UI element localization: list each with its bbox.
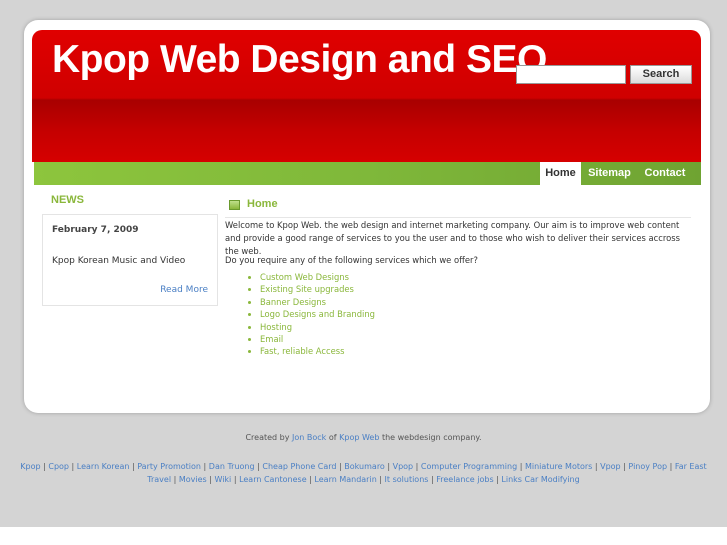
nav-contact[interactable]: Contact (638, 162, 692, 185)
content-heading: Home (247, 198, 278, 210)
nav-home[interactable]: Home (540, 162, 581, 185)
footer-link[interactable]: Wiki (214, 475, 231, 484)
bullet-icon (248, 276, 251, 279)
footer-separator: | (231, 474, 240, 484)
footer-separator: | (592, 462, 601, 471)
footer-link[interactable]: Vpop (600, 462, 621, 471)
site-header: Kpop Web Design and SEO (32, 30, 701, 162)
service-item[interactable]: Hosting (248, 321, 375, 333)
service-item[interactable]: Existing Site upgrades (248, 283, 375, 295)
news-date: February 7, 2009 (52, 225, 139, 235)
footer-link[interactable]: Cpop (48, 462, 69, 471)
service-label[interactable]: Custom Web Designs (260, 272, 349, 282)
news-text: Kpop Korean Music and Video (52, 256, 186, 266)
footer-link[interactable]: Miniature Motors (525, 462, 592, 471)
footer-link[interactable]: It solutions (385, 475, 429, 484)
footer-link[interactable]: Cheap Phone Card (262, 462, 336, 471)
footer-link[interactable]: Freelance jobs (436, 475, 493, 484)
services-list: Custom Web Designs Existing Site upgrade… (248, 271, 375, 358)
footer-link[interactable]: Learn Cantonese (239, 475, 307, 484)
credit-suffix: the webdesign company. (381, 433, 482, 442)
intro-text: Welcome to Kpop Web. the web design and … (225, 220, 680, 256)
footer-link[interactable]: Learn Korean (77, 462, 130, 471)
services-question: Do you require any of the following serv… (225, 255, 478, 265)
service-label[interactable]: Existing Site upgrades (260, 284, 354, 294)
service-label[interactable]: Banner Designs (260, 297, 326, 307)
bullet-icon (248, 300, 251, 304)
nav-sitemap[interactable]: Sitemap (583, 162, 636, 185)
credit-of: of (328, 433, 337, 442)
footer-separator: | (384, 462, 393, 471)
search-button[interactable]: Search (630, 65, 692, 84)
footer-separator: | (69, 462, 77, 471)
footer-link[interactable]: Bokumaro (344, 462, 385, 471)
footer-separator: | (413, 462, 421, 471)
service-label[interactable]: Email (260, 334, 283, 344)
footer-separator: | (517, 462, 525, 471)
bullet-icon (248, 325, 251, 329)
bullet-icon (248, 288, 251, 292)
footer-link[interactable]: Party Promotion (137, 462, 201, 471)
footer-link[interactable]: Computer Programming (421, 462, 517, 471)
service-item[interactable]: Email (248, 333, 375, 345)
footer-separator: | (376, 474, 385, 484)
footer-link[interactable]: Vpop (393, 462, 414, 471)
site-title[interactable]: Kpop Web Design and SEO (52, 38, 547, 82)
search-input[interactable] (516, 65, 626, 84)
footer-link[interactable]: Learn Mandarin (314, 475, 376, 484)
bullet-icon (248, 337, 251, 341)
service-item[interactable]: Custom Web Designs (248, 271, 375, 283)
footer-separator: | (171, 474, 179, 484)
footer-link[interactable]: Kpop (20, 462, 40, 471)
service-label[interactable]: Fast, reliable Access (260, 346, 344, 356)
credit-prefix: Created by (245, 433, 290, 442)
footer-separator: | (667, 462, 675, 471)
footer-credit: Created by Jon Bock of Kpop Web the webd… (0, 433, 727, 442)
footer-links: Kpop | Cpop | Learn Korean | Party Promo… (10, 461, 717, 486)
credit-author-link[interactable]: Jon Bock (292, 433, 326, 442)
news-heading: NEWS (51, 194, 84, 206)
footer-link[interactable]: Movies (179, 475, 207, 484)
content-divider (225, 217, 691, 218)
service-item[interactable]: Fast, reliable Access (248, 345, 375, 357)
footer-link[interactable]: Pinoy Pop (628, 462, 667, 471)
footer-link[interactable]: Links Car Modifying (501, 475, 579, 484)
nav-bar: Home Sitemap Contact (34, 162, 701, 185)
news-box: February 7, 2009 Kpop Korean Music and V… (42, 214, 218, 306)
service-label[interactable]: Hosting (260, 322, 292, 332)
credit-company-link[interactable]: Kpop Web (339, 433, 379, 442)
service-item[interactable]: Logo Designs and Branding (248, 308, 375, 320)
bullet-icon (248, 313, 251, 317)
bottom-band (0, 527, 727, 545)
service-item[interactable]: Banner Designs (248, 296, 375, 308)
bullet-icon (248, 350, 251, 354)
home-page-icon (229, 200, 240, 210)
footer-link[interactable]: Dan Truong (209, 462, 255, 471)
footer-separator: | (201, 462, 209, 471)
service-label[interactable]: Logo Designs and Branding (260, 309, 375, 319)
read-more-link[interactable]: Read More (160, 285, 208, 295)
